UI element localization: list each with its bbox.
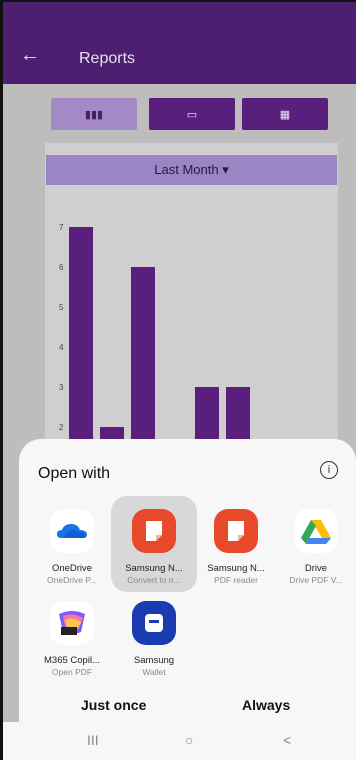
app-subtitle: PDF reader <box>214 575 258 585</box>
app-subtitle: Convert to n... <box>127 575 181 585</box>
recents-icon[interactable]: III <box>87 732 99 748</box>
app-subtitle: OneDrive P... <box>47 575 97 585</box>
samsung-wallet-icon <box>132 601 176 645</box>
system-nav-bar: III ○ < <box>3 722 356 760</box>
app-name: M365 Copil... <box>44 655 100 666</box>
just-once-button[interactable]: Just once <box>81 697 146 713</box>
info-icon[interactable]: i <box>320 461 338 479</box>
m365-copilot-icon <box>50 601 94 645</box>
app-samsung-wallet[interactable]: Samsung Wallet <box>113 601 195 678</box>
always-button[interactable]: Always <box>242 697 290 713</box>
home-icon[interactable]: ○ <box>185 732 193 748</box>
onedrive-icon <box>50 509 94 553</box>
sheet-title: Open with <box>38 465 111 482</box>
app: ← Reports ▮▮▮ ▭ ▦ Last Month ▾ 7 6 5 4 3 <box>3 2 356 760</box>
app-drive[interactable]: Drive Drive PDF V... <box>275 509 356 586</box>
app-m365-copilot[interactable]: M365 Copil... Open PDF <box>31 601 113 678</box>
back-nav-icon[interactable]: < <box>283 732 291 748</box>
google-drive-icon <box>294 509 338 553</box>
samsung-notes-icon <box>132 509 176 553</box>
app-name: Samsung N... <box>125 563 183 574</box>
app-name: OneDrive <box>51 563 93 574</box>
app-name: Drive <box>304 563 328 574</box>
app-subtitle: Drive PDF V... <box>289 575 343 585</box>
open-with-sheet: Open with i OneDrive OneDrive P... Samsu… <box>19 439 356 760</box>
app-subtitle: Open PDF <box>51 667 93 677</box>
app-subtitle: Wallet <box>142 667 166 677</box>
app-onedrive[interactable]: OneDrive OneDrive P... <box>31 509 113 586</box>
app-name: Samsung N... <box>207 563 265 574</box>
app-samsung-notes-convert[interactable]: Samsung N... Convert to n... <box>113 509 195 586</box>
samsung-notes-icon <box>214 509 258 553</box>
app-name: Samsung <box>133 655 175 666</box>
app-samsung-notes-reader[interactable]: Samsung N... PDF reader <box>195 509 277 586</box>
